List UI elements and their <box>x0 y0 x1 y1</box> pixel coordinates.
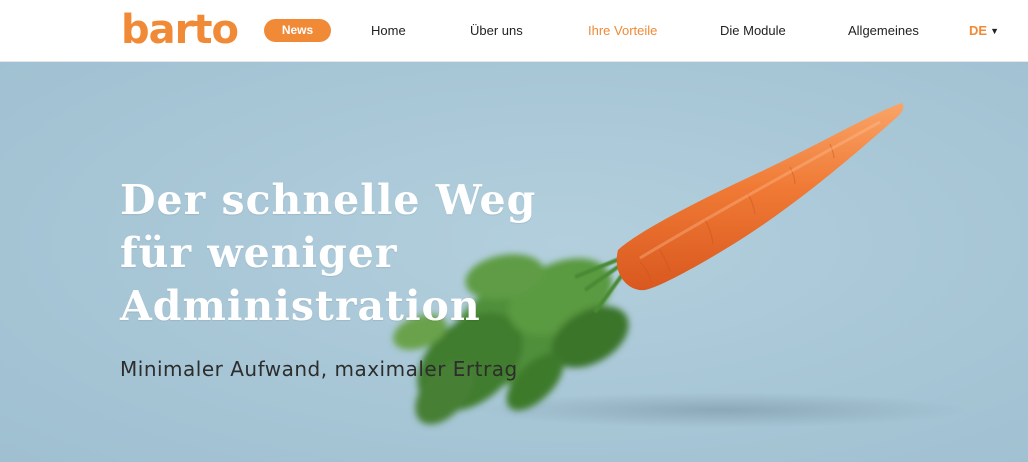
nav-link-allgemeines[interactable]: Allgemeines <box>848 22 919 39</box>
headline-line-3: Administration <box>120 282 481 330</box>
top-navigation: barto News Home Über uns Ihre Vorteile D… <box>0 0 1028 62</box>
barto-logo[interactable]: barto <box>121 6 239 54</box>
headline-line-1: Der schnelle Weg <box>120 176 537 224</box>
carrot-body <box>616 103 904 291</box>
language-selector[interactable]: DE ▼ <box>969 22 999 40</box>
news-button[interactable]: News <box>264 19 331 42</box>
hero-subheadline: Minimaler Aufwand, maximaler Ertrag <box>120 357 518 381</box>
headline-line-2: für weniger <box>120 229 398 277</box>
nav-link-ueber-uns[interactable]: Über uns <box>470 22 523 39</box>
language-label: DE <box>969 23 988 38</box>
hero-headline: Der schnelle Weg für weniger Administrat… <box>120 174 540 333</box>
nav-link-die-module[interactable]: Die Module <box>720 22 786 39</box>
caret-down-icon: ▼ <box>990 26 999 36</box>
nav-link-home[interactable]: Home <box>371 22 406 39</box>
nav-link-ihre-vorteile[interactable]: Ihre Vorteile <box>588 22 657 39</box>
hero-banner: Der schnelle Weg für weniger Administrat… <box>0 62 1028 462</box>
